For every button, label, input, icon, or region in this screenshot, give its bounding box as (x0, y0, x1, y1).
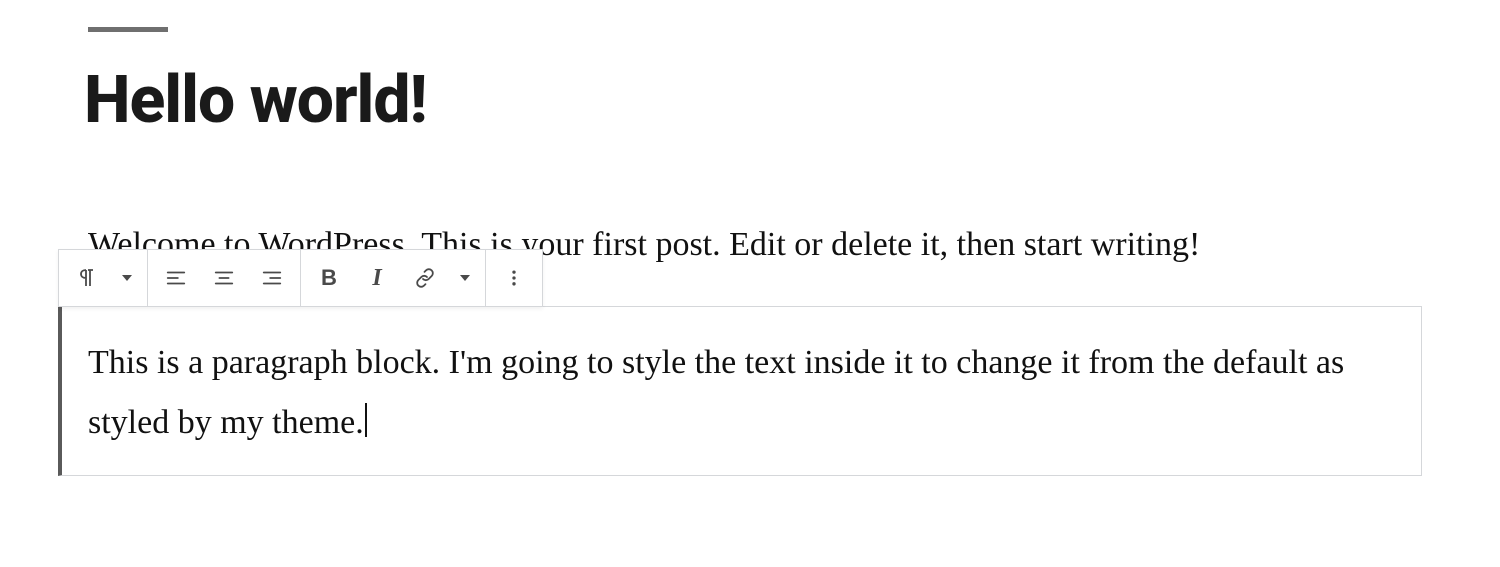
align-center-button[interactable] (200, 254, 248, 302)
more-options-group (486, 250, 542, 306)
block-type-dropdown[interactable] (111, 254, 143, 302)
alignment-group (148, 250, 301, 306)
align-center-icon (213, 267, 235, 289)
paragraph-block-text[interactable]: This is a paragraph block. I'm going to … (88, 333, 1393, 452)
more-inline-dropdown[interactable] (449, 254, 481, 302)
title-divider (88, 27, 168, 32)
block-type-button[interactable] (63, 254, 111, 302)
post-title[interactable]: Hello world! (84, 62, 427, 139)
bold-icon: B (321, 265, 337, 291)
kebab-icon (504, 268, 524, 288)
align-left-button[interactable] (152, 254, 200, 302)
italic-button[interactable]: I (353, 254, 401, 302)
italic-icon: I (372, 265, 381, 292)
chevron-down-icon (460, 275, 470, 281)
paragraph-block[interactable]: This is a paragraph block. I'm going to … (58, 306, 1422, 476)
more-options-button[interactable] (490, 254, 538, 302)
align-right-button[interactable] (248, 254, 296, 302)
link-icon (413, 266, 437, 290)
block-type-group (59, 250, 148, 306)
align-right-icon (261, 267, 283, 289)
chevron-down-icon (122, 275, 132, 281)
paragraph-text-content: This is a paragraph block. I'm going to … (88, 344, 1344, 441)
pilcrow-icon (75, 266, 99, 290)
align-left-icon (165, 267, 187, 289)
link-button[interactable] (401, 254, 449, 302)
inline-format-group: B I (301, 250, 486, 306)
block-toolbar: B I (58, 249, 543, 307)
text-cursor (365, 403, 367, 437)
editor-canvas: Hello world! Welcome to WordPress. This … (0, 0, 1500, 567)
bold-button[interactable]: B (305, 254, 353, 302)
